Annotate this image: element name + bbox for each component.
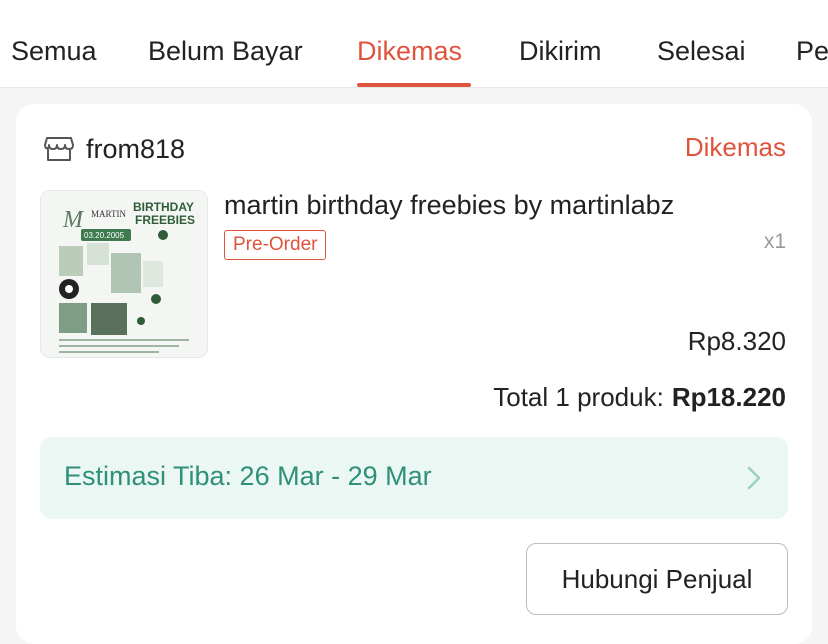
product-price: Rp8.320 — [687, 326, 786, 356]
tab-dikirim[interactable]: Dikirim — [519, 36, 601, 67]
thumb-logo-letter: M — [62, 207, 85, 233]
thumb-birthday-text: BIRTHDAY — [133, 200, 194, 214]
order-status-label: Dikemas — [684, 132, 786, 162]
shop-name[interactable]: from818 — [86, 134, 185, 165]
order-status-tabs: Semua Belum Bayar Dikemas Dikirim Selesa… — [0, 0, 828, 88]
order-card[interactable]: from818 Dikemas M MARTIN BIRTHDAY FREEBI… — [16, 104, 812, 644]
tab-selesai[interactable]: Selesai — [657, 36, 746, 67]
order-total: Total 1 produk: Rp18.220 — [493, 382, 786, 413]
tab-penilaian[interactable]: Pe — [796, 36, 828, 67]
thumb-date-text: 03.20.2005 — [84, 231, 125, 240]
preorder-badge: Pre-Order — [224, 230, 327, 260]
contact-seller-button[interactable]: Hubungi Penjual — [526, 543, 788, 615]
chevron-right-icon — [746, 465, 762, 491]
product-thumbnail[interactable]: M MARTIN BIRTHDAY FREEBIES 03.20.2005 — [40, 190, 208, 358]
tab-belum-bayar[interactable]: Belum Bayar — [148, 36, 303, 67]
active-tab-indicator — [357, 83, 471, 87]
tab-dikemas[interactable]: Dikemas — [357, 36, 462, 67]
total-label: Total 1 produk: — [493, 382, 664, 412]
store-icon — [44, 136, 74, 162]
estimated-arrival-text: Estimasi Tiba: 26 Mar - 29 Mar — [64, 461, 432, 491]
product-quantity: x1 — [763, 230, 786, 253]
tab-semua[interactable]: Semua — [11, 36, 97, 67]
thumb-name-text: MARTIN — [91, 209, 126, 219]
total-amount: Rp18.220 — [671, 382, 786, 412]
thumb-freebies-text: FREEBIES — [135, 213, 195, 227]
shop-header[interactable]: from818 — [44, 132, 185, 166]
product-title[interactable]: martin birthday freebies by martinlabz — [224, 190, 674, 221]
estimated-arrival-banner[interactable]: Estimasi Tiba: 26 Mar - 29 Mar — [40, 437, 788, 519]
